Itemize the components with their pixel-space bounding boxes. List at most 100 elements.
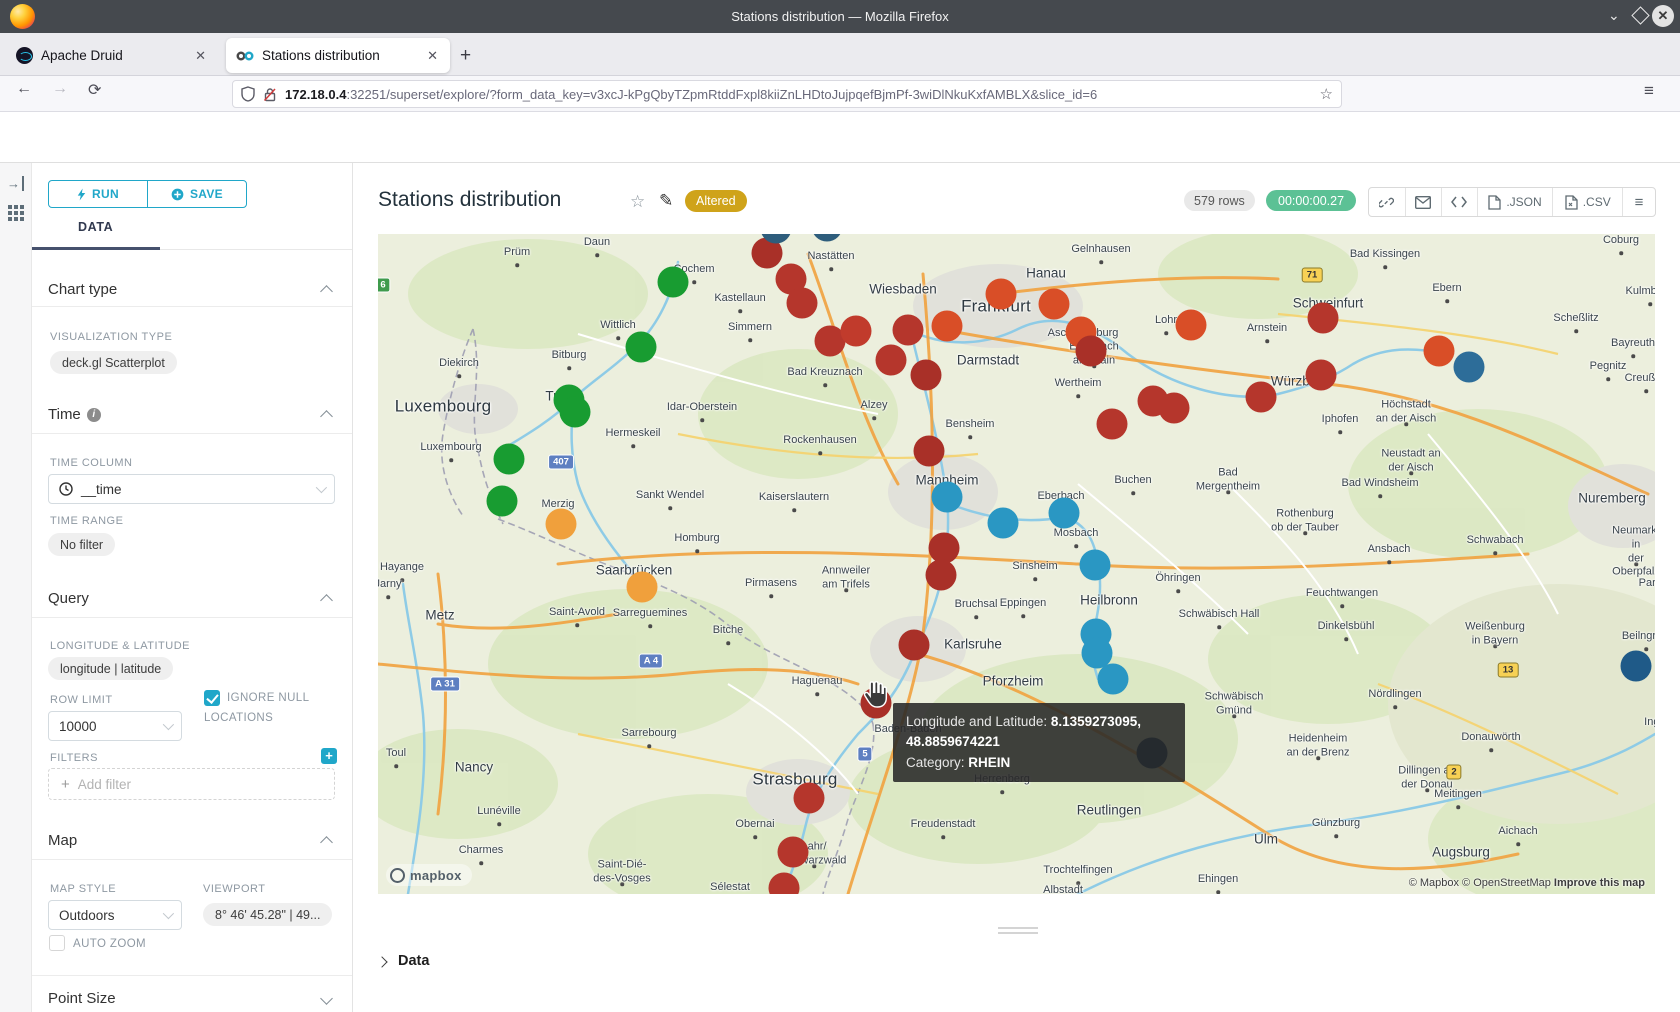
- lonlat-value[interactable]: longitude | latitude: [48, 657, 173, 680]
- share-link-button[interactable]: [1369, 188, 1405, 216]
- add-filter-plus-button[interactable]: +: [321, 748, 337, 764]
- scatter-point[interactable]: [1621, 651, 1652, 682]
- time-column-select[interactable]: __time: [48, 474, 335, 504]
- section-point-size[interactable]: Point Size: [48, 990, 116, 1007]
- forward-button[interactable]: →: [52, 80, 68, 98]
- favorite-star-icon[interactable]: ☆: [630, 192, 645, 212]
- scatter-point[interactable]: [487, 486, 518, 517]
- map-city-label: Kulmbach: [1626, 285, 1655, 299]
- scatter-point[interactable]: [841, 316, 872, 347]
- scatter-point[interactable]: [932, 311, 963, 342]
- improve-map-link[interactable]: Improve this map: [1554, 877, 1645, 889]
- url-bar[interactable]: 172.18.0.4:32251/superset/explore/?form_…: [232, 80, 1342, 108]
- embed-code-button[interactable]: [1441, 188, 1477, 216]
- scatter-point[interactable]: [876, 345, 907, 376]
- edit-properties-icon[interactable]: ✎: [659, 191, 673, 211]
- data-panel-toggle[interactable]: Data: [398, 953, 429, 969]
- scatter-point[interactable]: [1308, 303, 1339, 334]
- map-canvas[interactable]: Longitude and Latitude: 8.1359273095, 48…: [378, 234, 1655, 894]
- email-button[interactable]: [1405, 188, 1441, 216]
- dataset-grid-icon[interactable]: [8, 205, 24, 221]
- scatter-point[interactable]: [494, 444, 525, 475]
- new-tab-button[interactable]: +: [460, 45, 471, 67]
- panel-drag-handle[interactable]: [998, 927, 1038, 934]
- scatter-point[interactable]: [926, 560, 957, 591]
- scatter-point[interactable]: [787, 288, 818, 319]
- shield-permissions-icon[interactable]: [241, 86, 255, 102]
- scatter-point[interactable]: [1098, 664, 1129, 695]
- map-city-label: Iphofen: [1322, 413, 1359, 427]
- scatter-point[interactable]: [893, 315, 924, 346]
- bookmark-star-icon[interactable]: ☆: [1320, 85, 1333, 103]
- scatter-point[interactable]: [1080, 550, 1111, 581]
- back-button[interactable]: ←: [16, 80, 32, 98]
- save-button[interactable]: SAVE: [147, 181, 246, 207]
- scatter-point[interactable]: [932, 482, 963, 513]
- row-limit-select[interactable]: 10000: [48, 711, 182, 741]
- mapbox-logo[interactable]: mapbox: [386, 864, 472, 886]
- scatter-point[interactable]: [914, 436, 945, 467]
- section-map[interactable]: Map: [48, 832, 77, 849]
- add-filter-box[interactable]: + Add filter: [48, 768, 335, 800]
- scatter-point[interactable]: [1454, 352, 1485, 383]
- scatter-point[interactable]: [911, 360, 942, 391]
- data-panel-chevron-icon[interactable]: [376, 956, 387, 967]
- scatter-point[interactable]: [1049, 498, 1080, 529]
- scatter-point[interactable]: [1076, 336, 1107, 367]
- expand-chevron-icon[interactable]: [320, 992, 333, 1005]
- scatter-point[interactable]: [1159, 393, 1190, 424]
- scatter-point[interactable]: [1039, 289, 1070, 320]
- reload-button[interactable]: ⟳: [88, 80, 101, 100]
- tab-close-icon[interactable]: ✕: [193, 48, 208, 64]
- scatter-point[interactable]: [778, 837, 809, 868]
- scatter-point[interactable]: [1306, 360, 1337, 391]
- section-time[interactable]: Timei: [48, 406, 101, 423]
- scatter-point[interactable]: [988, 508, 1019, 539]
- ignore-null-checkbox[interactable]: [204, 690, 220, 706]
- plus-icon: +: [61, 776, 70, 793]
- map-city-label: Neumarkt in der Oberpfalz: [1612, 525, 1655, 580]
- tab-data[interactable]: DATA: [78, 220, 113, 234]
- collapse-chevron-icon[interactable]: [320, 410, 333, 423]
- expand-datasource-icon[interactable]: →: [7, 176, 24, 191]
- auto-zoom-checkbox[interactable]: [49, 935, 65, 951]
- menu-hamburger-icon[interactable]: ≡: [1644, 81, 1654, 101]
- altered-badge[interactable]: Altered: [685, 190, 747, 212]
- scatter-point[interactable]: [546, 509, 577, 540]
- scatter-point[interactable]: [1424, 336, 1455, 367]
- scatter-point[interactable]: [794, 783, 825, 814]
- time-range-value[interactable]: No filter: [48, 533, 115, 556]
- scatter-point[interactable]: [560, 397, 591, 428]
- town-dot: [1631, 354, 1635, 358]
- town-dot: [1445, 299, 1449, 303]
- window-minimize-icon[interactable]: ⌄: [1608, 7, 1620, 24]
- run-button[interactable]: RUN: [49, 181, 147, 207]
- viewport-value[interactable]: 8° 46' 45.28" | 49...: [203, 903, 332, 926]
- section-chart-type[interactable]: Chart type: [48, 281, 117, 298]
- map-city-label: Kaiserslautern: [759, 491, 829, 505]
- lonlat-label: LONGITUDE & LATITUDE: [50, 640, 190, 652]
- tab-stations-distribution[interactable]: Stations distribution ✕: [226, 38, 450, 73]
- collapse-chevron-icon[interactable]: [320, 285, 333, 298]
- collapse-chevron-icon[interactable]: [320, 836, 333, 849]
- map-city-label: Karlsruhe: [944, 637, 1002, 654]
- scatter-point[interactable]: [1246, 382, 1277, 413]
- scatter-point[interactable]: [1097, 409, 1128, 440]
- tab-apache-druid[interactable]: Apache Druid ✕: [6, 38, 218, 73]
- scatter-point[interactable]: [1176, 310, 1207, 341]
- scatter-point[interactable]: [626, 332, 657, 363]
- scatter-point[interactable]: [658, 267, 689, 298]
- scatter-point[interactable]: [627, 572, 658, 603]
- more-menu-icon[interactable]: ≡: [1622, 188, 1655, 216]
- collapse-chevron-icon[interactable]: [320, 594, 333, 607]
- export-csv-button[interactable]: .CSV: [1552, 188, 1622, 216]
- insecure-lock-icon[interactable]: [263, 87, 277, 102]
- export-json-button[interactable]: .JSON: [1477, 188, 1553, 216]
- scatter-point[interactable]: [899, 630, 930, 661]
- map-style-select[interactable]: Outdoors: [48, 900, 182, 930]
- tab-close-icon[interactable]: ✕: [425, 48, 440, 64]
- section-query[interactable]: Query: [48, 590, 89, 607]
- viz-type-value[interactable]: deck.gl Scatterplot: [50, 351, 177, 374]
- scatter-point[interactable]: [986, 279, 1017, 310]
- window-close-icon[interactable]: ✕: [1652, 5, 1674, 27]
